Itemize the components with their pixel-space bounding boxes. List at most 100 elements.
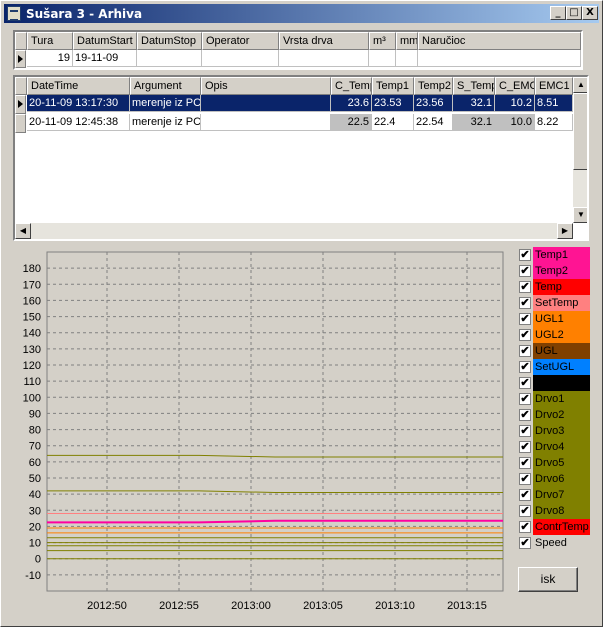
tura-grid[interactable]: Tura DatumStart DatumStop Operator Vrsta… bbox=[13, 30, 583, 70]
cell-c-emc[interactable]: 10.2 bbox=[495, 95, 535, 112]
legend-checkbox[interactable]: ✔ bbox=[519, 297, 531, 309]
cell-datumstart[interactable]: 19-11-09 bbox=[73, 50, 137, 67]
legend-checkbox[interactable]: ✔ bbox=[519, 425, 531, 437]
cell-temp2[interactable]: 23.56 bbox=[414, 95, 453, 112]
legend-item[interactable]: ✔ Drvo8 bbox=[516, 503, 590, 519]
legend-item[interactable]: ✔ UGL2 bbox=[516, 327, 590, 343]
legend-item[interactable]: ✔ ContrTemp bbox=[516, 519, 590, 535]
legend-item[interactable]: ✔ Drvo2 bbox=[516, 407, 590, 423]
scroll-right-icon[interactable]: ▶ bbox=[557, 223, 573, 239]
legend-checkbox[interactable]: ✔ bbox=[519, 521, 531, 533]
scroll-left-icon[interactable]: ◀ bbox=[15, 223, 31, 239]
row-indicator[interactable] bbox=[15, 50, 26, 68]
legend-item[interactable]: ✔ Drvo6 bbox=[516, 471, 590, 487]
current-row-arrow-icon bbox=[18, 100, 23, 108]
cell-temp1[interactable]: 23.53 bbox=[372, 95, 414, 112]
cell-m3[interactable] bbox=[369, 50, 396, 67]
legend-checkbox[interactable]: ✔ bbox=[519, 361, 531, 373]
legend-checkbox[interactable]: ✔ bbox=[519, 313, 531, 325]
title-bar[interactable]: Sušara 3 - Arhiva _ □ X bbox=[4, 4, 599, 23]
legend-item[interactable]: ✔ Temp bbox=[516, 279, 590, 295]
cell-c-temp[interactable]: 23.6 bbox=[331, 95, 372, 112]
cell-s-temp[interactable]: 32.1 bbox=[453, 114, 495, 131]
col-header-datetime[interactable]: DateTime bbox=[27, 77, 130, 95]
legend-item[interactable]: ✔ Drvo5 bbox=[516, 455, 590, 471]
minimize-button[interactable]: _ bbox=[550, 6, 566, 20]
legend-checkbox[interactable]: ✔ bbox=[519, 537, 531, 549]
col-header-emc1[interactable]: EMC1 bbox=[535, 77, 573, 95]
isk-button[interactable]: isk bbox=[518, 567, 578, 592]
col-header-vrsta-drva[interactable]: Vrsta drva bbox=[279, 32, 369, 50]
cell-s-temp[interactable]: 32.1 bbox=[453, 95, 495, 112]
cell-datumstop[interactable] bbox=[137, 50, 202, 67]
col-header-opis[interactable]: Opis bbox=[201, 77, 331, 95]
cell-mm[interactable] bbox=[396, 50, 418, 67]
legend-checkbox[interactable]: ✔ bbox=[519, 505, 531, 517]
legend-item[interactable]: ✔ Drvo4 bbox=[516, 439, 590, 455]
col-header-c-emc[interactable]: C_EMC bbox=[495, 77, 535, 95]
legend-item[interactable]: ✔ Temp2 bbox=[516, 263, 590, 279]
cell-temp2[interactable]: 22.54 bbox=[414, 114, 453, 131]
col-header-m3[interactable]: m³ bbox=[369, 32, 396, 50]
scroll-down-icon[interactable]: ▼ bbox=[573, 207, 587, 223]
legend-checkbox[interactable]: ✔ bbox=[519, 409, 531, 421]
cell-c-emc[interactable]: 10.0 bbox=[495, 114, 535, 131]
legend-checkbox[interactable]: ✔ bbox=[519, 473, 531, 485]
col-header-c-temp[interactable]: C_Temp bbox=[331, 77, 372, 95]
col-header-tura[interactable]: Tura bbox=[27, 32, 73, 50]
legend-checkbox[interactable]: ✔ bbox=[519, 441, 531, 453]
log-grid[interactable]: DateTime Argument Opis C_Temp Temp1 Temp… bbox=[13, 75, 589, 241]
scroll-up-icon[interactable]: ▲ bbox=[573, 77, 587, 93]
legend-item[interactable]: ✔ bbox=[516, 375, 590, 391]
row-indicator-2[interactable] bbox=[15, 114, 26, 133]
cell-opis[interactable] bbox=[201, 114, 331, 131]
legend-checkbox[interactable]: ✔ bbox=[519, 281, 531, 293]
legend-item[interactable]: ✔ SetTemp bbox=[516, 295, 590, 311]
col-header-mm[interactable]: mm bbox=[396, 32, 418, 50]
legend-item[interactable]: ✔ Speed bbox=[516, 535, 590, 551]
legend-checkbox[interactable]: ✔ bbox=[519, 329, 531, 341]
vertical-scroll-thumb[interactable] bbox=[573, 93, 587, 170]
cell-c-temp[interactable]: 22.5 bbox=[331, 114, 372, 131]
cell-narucioc[interactable] bbox=[418, 50, 581, 67]
cell-temp1[interactable]: 22.4 bbox=[372, 114, 414, 131]
legend-item[interactable]: ✔ Drvo7 bbox=[516, 487, 590, 503]
cell-datetime[interactable]: 20-11-09 12:45:38 bbox=[27, 114, 130, 131]
cell-vrsta-drva[interactable] bbox=[279, 50, 369, 67]
col-header-temp1[interactable]: Temp1 bbox=[372, 77, 414, 95]
legend-item[interactable]: ✔ Temp1 bbox=[516, 247, 590, 263]
cell-datetime[interactable]: 20-11-09 13:17:30 bbox=[27, 95, 130, 112]
legend-item[interactable]: ✔ UGL1 bbox=[516, 311, 590, 327]
legend-item[interactable]: ✔ Drvo1 bbox=[516, 391, 590, 407]
legend-checkbox[interactable]: ✔ bbox=[519, 393, 531, 405]
cell-tura[interactable]: 19 bbox=[27, 50, 73, 67]
col-header-s-temp[interactable]: S_Temp bbox=[453, 77, 495, 95]
col-header-datumstop[interactable]: DatumStop bbox=[137, 32, 202, 50]
legend-checkbox[interactable]: ✔ bbox=[519, 249, 531, 261]
col-header-argument[interactable]: Argument bbox=[130, 77, 201, 95]
vertical-scrollbar[interactable]: ▲ ▼ bbox=[573, 77, 587, 223]
col-header-operator[interactable]: Operator bbox=[202, 32, 279, 50]
legend-checkbox[interactable]: ✔ bbox=[519, 457, 531, 469]
col-header-narucioc[interactable]: Naručioc bbox=[418, 32, 581, 50]
col-header-datumstart[interactable]: DatumStart bbox=[73, 32, 137, 50]
cell-emc1[interactable]: 8.22 bbox=[535, 114, 573, 131]
legend-checkbox[interactable]: ✔ bbox=[519, 345, 531, 357]
cell-emc1[interactable]: 8.51 bbox=[535, 95, 573, 112]
close-button[interactable]: X bbox=[582, 6, 598, 20]
legend-item[interactable]: ✔ UGL bbox=[516, 343, 590, 359]
col-header-temp2[interactable]: Temp2 bbox=[414, 77, 453, 95]
cell-operator[interactable] bbox=[202, 50, 279, 67]
legend-item[interactable]: ✔ SetUGL bbox=[516, 359, 590, 375]
legend-item[interactable]: ✔ Drvo3 bbox=[516, 423, 590, 439]
legend-checkbox[interactable]: ✔ bbox=[519, 489, 531, 501]
row-indicator[interactable] bbox=[15, 95, 26, 114]
horizontal-scrollbar[interactable]: ◀ ▶ bbox=[15, 223, 573, 239]
cell-argument[interactable]: merenje iz PC bbox=[130, 114, 201, 131]
cell-opis[interactable] bbox=[201, 95, 331, 112]
legend-checkbox[interactable]: ✔ bbox=[519, 377, 531, 389]
cell-argument[interactable]: merenje iz PC bbox=[130, 95, 201, 112]
legend-label: ContrTemp bbox=[533, 519, 590, 535]
maximize-button[interactable]: □ bbox=[566, 6, 582, 20]
legend-checkbox[interactable]: ✔ bbox=[519, 265, 531, 277]
